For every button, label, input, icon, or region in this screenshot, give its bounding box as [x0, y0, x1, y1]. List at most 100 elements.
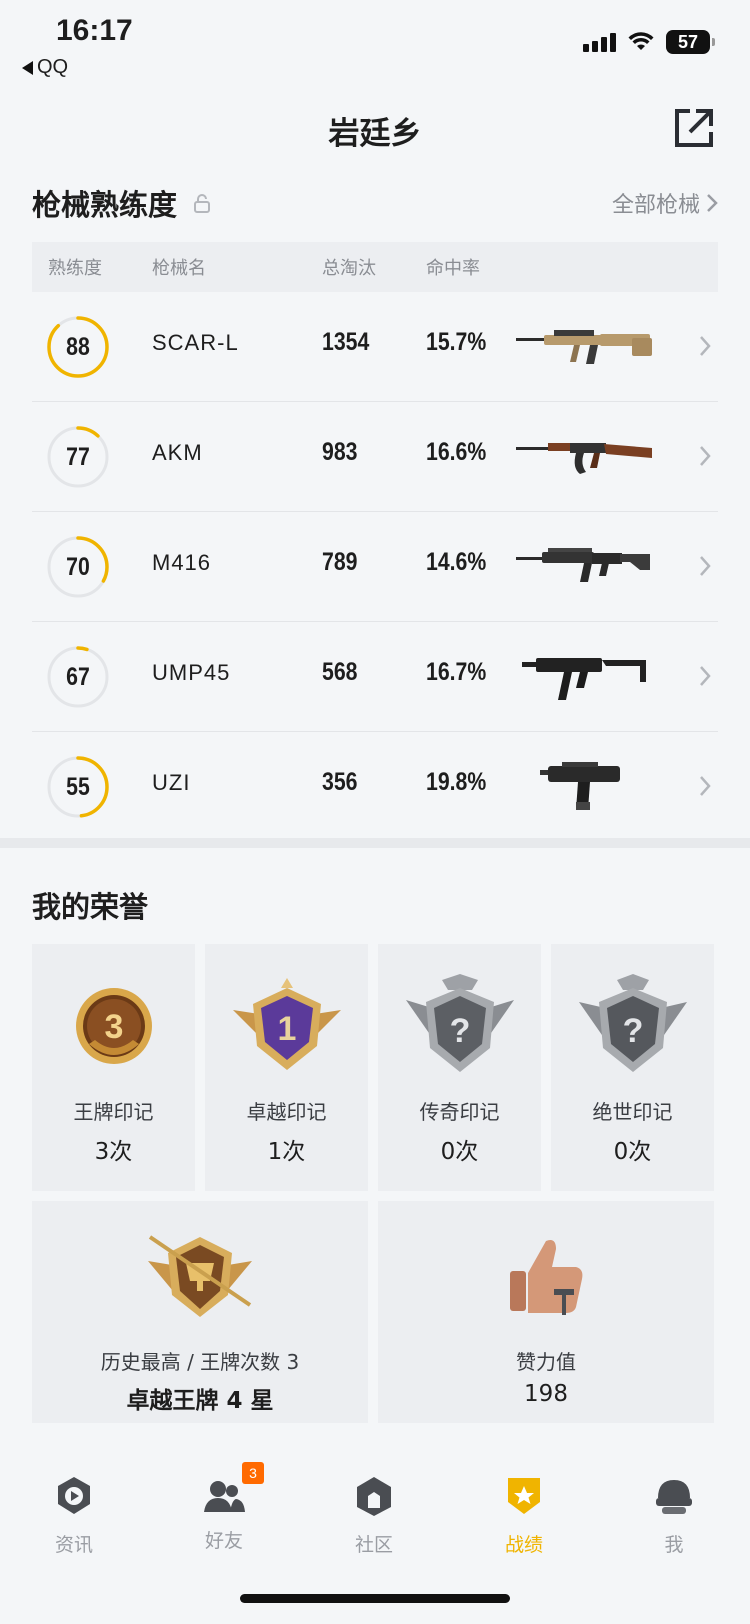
chevron-right-icon [707, 194, 718, 212]
lock-icon [194, 194, 211, 213]
weapon-row[interactable]: 67 UMP45 568 16.7% [32, 622, 718, 732]
community-icon [357, 1477, 391, 1516]
chevron-right-icon [700, 666, 711, 686]
legend-mark-badge-icon: ? [405, 974, 514, 1072]
thumbs-up-icon [510, 1240, 583, 1315]
page-title: 岩廷乡 [328, 116, 422, 152]
tab-label: 资讯 [54, 1534, 93, 1556]
honor-card-excellence[interactable]: 1 卓越印记 1次 [205, 944, 368, 1191]
honor-label: 赞力值 [516, 1350, 576, 1374]
weapon-row[interactable]: 88 SCAR-L 1354 15.7% [32, 292, 718, 402]
weapon-kills: 356 [322, 768, 358, 796]
back-app-label: QQ [37, 56, 69, 78]
honor-label: 卓越印记 [246, 1100, 327, 1124]
chevron-right-icon [700, 446, 711, 466]
weapon-kills: 568 [322, 658, 358, 686]
weapons-section-header: 枪械熟练度 全部枪械 [32, 178, 718, 228]
honor-card-legend[interactable]: ? 传奇印记 0次 [378, 944, 541, 1191]
tab-label: 社区 [354, 1534, 393, 1556]
col-hit-rate: 命中率 [426, 258, 480, 279]
weapon-hit-rate: 19.8% [426, 768, 487, 796]
tab-community[interactable]: 社区 [324, 1474, 424, 1557]
friends-icon [204, 1481, 245, 1512]
svg-text:?: ? [622, 1012, 643, 1050]
honor-label: 绝世印记 [592, 1100, 673, 1124]
honor-label: 王牌印记 [73, 1100, 154, 1124]
weapon-name: UMP45 [152, 660, 231, 685]
chevron-right-icon [700, 556, 711, 576]
back-to-app-link[interactable]: QQ [22, 56, 68, 79]
top-bar: 岩廷乡 [0, 100, 750, 166]
tab-label: 我 [664, 1534, 684, 1556]
svg-text:?: ? [449, 1012, 470, 1050]
weapon-row[interactable]: 55 UZI 356 19.8% [32, 732, 718, 842]
tab-label: 战绩 [504, 1534, 543, 1556]
honor-value: 198 [524, 1381, 568, 1407]
chevron-right-icon [700, 776, 711, 796]
peerless-mark-badge-icon: ? [578, 974, 687, 1072]
honor-value: 0次 [440, 1139, 479, 1165]
honor-card-ace[interactable]: 3 王牌印记 3次 [32, 944, 195, 1191]
svg-text:3: 3 [104, 1008, 123, 1046]
mastery-value: 55 [66, 773, 90, 801]
weapon-hit-rate: 14.6% [426, 548, 487, 576]
honor-value: 1次 [267, 1139, 306, 1165]
wifi-icon [628, 32, 654, 50]
cellular-signal-icon [583, 32, 616, 52]
mastery-value: 88 [66, 333, 90, 361]
weapon-hit-rate: 15.7% [426, 328, 487, 356]
honor-value: 0次 [613, 1139, 652, 1165]
home-indicator[interactable] [240, 1594, 510, 1603]
weapon-row[interactable]: 77 AKM 983 16.6% [32, 402, 718, 512]
smg-icon [522, 658, 646, 700]
mastery-value: 77 [66, 443, 90, 471]
col-weapon-name: 枪械名 [152, 258, 206, 279]
back-arrow-icon [22, 60, 33, 75]
battery-indicator: 57 [666, 30, 715, 54]
rifle-black-icon [516, 548, 650, 582]
tab-profile[interactable]: 我 [624, 1474, 724, 1557]
weapon-name: AKM [152, 440, 203, 465]
honor-label: 传奇印记 [419, 1100, 500, 1124]
col-mastery: 熟练度 [48, 258, 102, 279]
honor-value: 3次 [94, 1139, 133, 1165]
rifle-wood-icon [516, 443, 652, 474]
status-bar: 16:17 QQ 57 [0, 0, 750, 95]
honor-value: 卓越王牌 4 星 [126, 1388, 274, 1414]
tab-news[interactable]: 资讯 [24, 1474, 124, 1557]
ace-tier-trophy-icon [148, 1235, 252, 1317]
honor-card-likes[interactable]: 赞力值 198 [378, 1201, 714, 1423]
rifle-tan-icon [516, 330, 652, 364]
weapon-hit-rate: 16.7% [426, 658, 487, 686]
share-icon[interactable] [672, 106, 716, 150]
status-time: 16:17 [56, 14, 133, 47]
weapon-hit-rate: 16.6% [426, 438, 487, 466]
all-weapons-label: 全部枪械 [611, 193, 700, 218]
system-icons: 57 [583, 30, 715, 54]
profile-icon [656, 1480, 692, 1514]
tab-friends[interactable]: 3 好友 [174, 1462, 274, 1553]
weapon-name: UZI [152, 770, 191, 795]
svg-text:1: 1 [277, 1010, 296, 1048]
weapon-row[interactable]: 70 M416 789 14.6% [32, 512, 718, 622]
weapons-table: 熟练度 枪械名 总淘汰 命中率 88 SCAR-L 1354 15.7% 77 … [32, 242, 718, 842]
col-kills: 总淘汰 [322, 258, 376, 279]
mastery-value: 67 [66, 663, 90, 691]
weapon-kills: 1354 [322, 328, 370, 356]
honor-card-highest-tier[interactable]: 历史最高 / 王牌次数 3 卓越王牌 4 星 [32, 1201, 368, 1423]
record-icon [508, 1478, 540, 1514]
weapon-kills: 983 [322, 438, 358, 466]
weapon-kills: 789 [322, 548, 358, 576]
tab-label: 好友 [204, 1530, 243, 1552]
honor-card-peerless[interactable]: ? 绝世印记 0次 [551, 944, 714, 1191]
tab-record[interactable]: 战绩 [474, 1474, 574, 1557]
all-weapons-link[interactable]: 全部枪械 [612, 187, 718, 219]
section-divider [0, 838, 750, 848]
table-header: 熟练度 枪械名 总淘汰 命中率 [32, 242, 718, 292]
chevron-right-icon [700, 336, 711, 356]
weapons-section-title: 枪械熟练度 [32, 188, 178, 222]
honors-section-header: 我的荣誉 [32, 880, 718, 930]
weapon-name: SCAR-L [152, 330, 239, 355]
ace-mark-badge-icon: 3 [75, 988, 152, 1064]
friends-count-badge: 3 [242, 1462, 264, 1484]
